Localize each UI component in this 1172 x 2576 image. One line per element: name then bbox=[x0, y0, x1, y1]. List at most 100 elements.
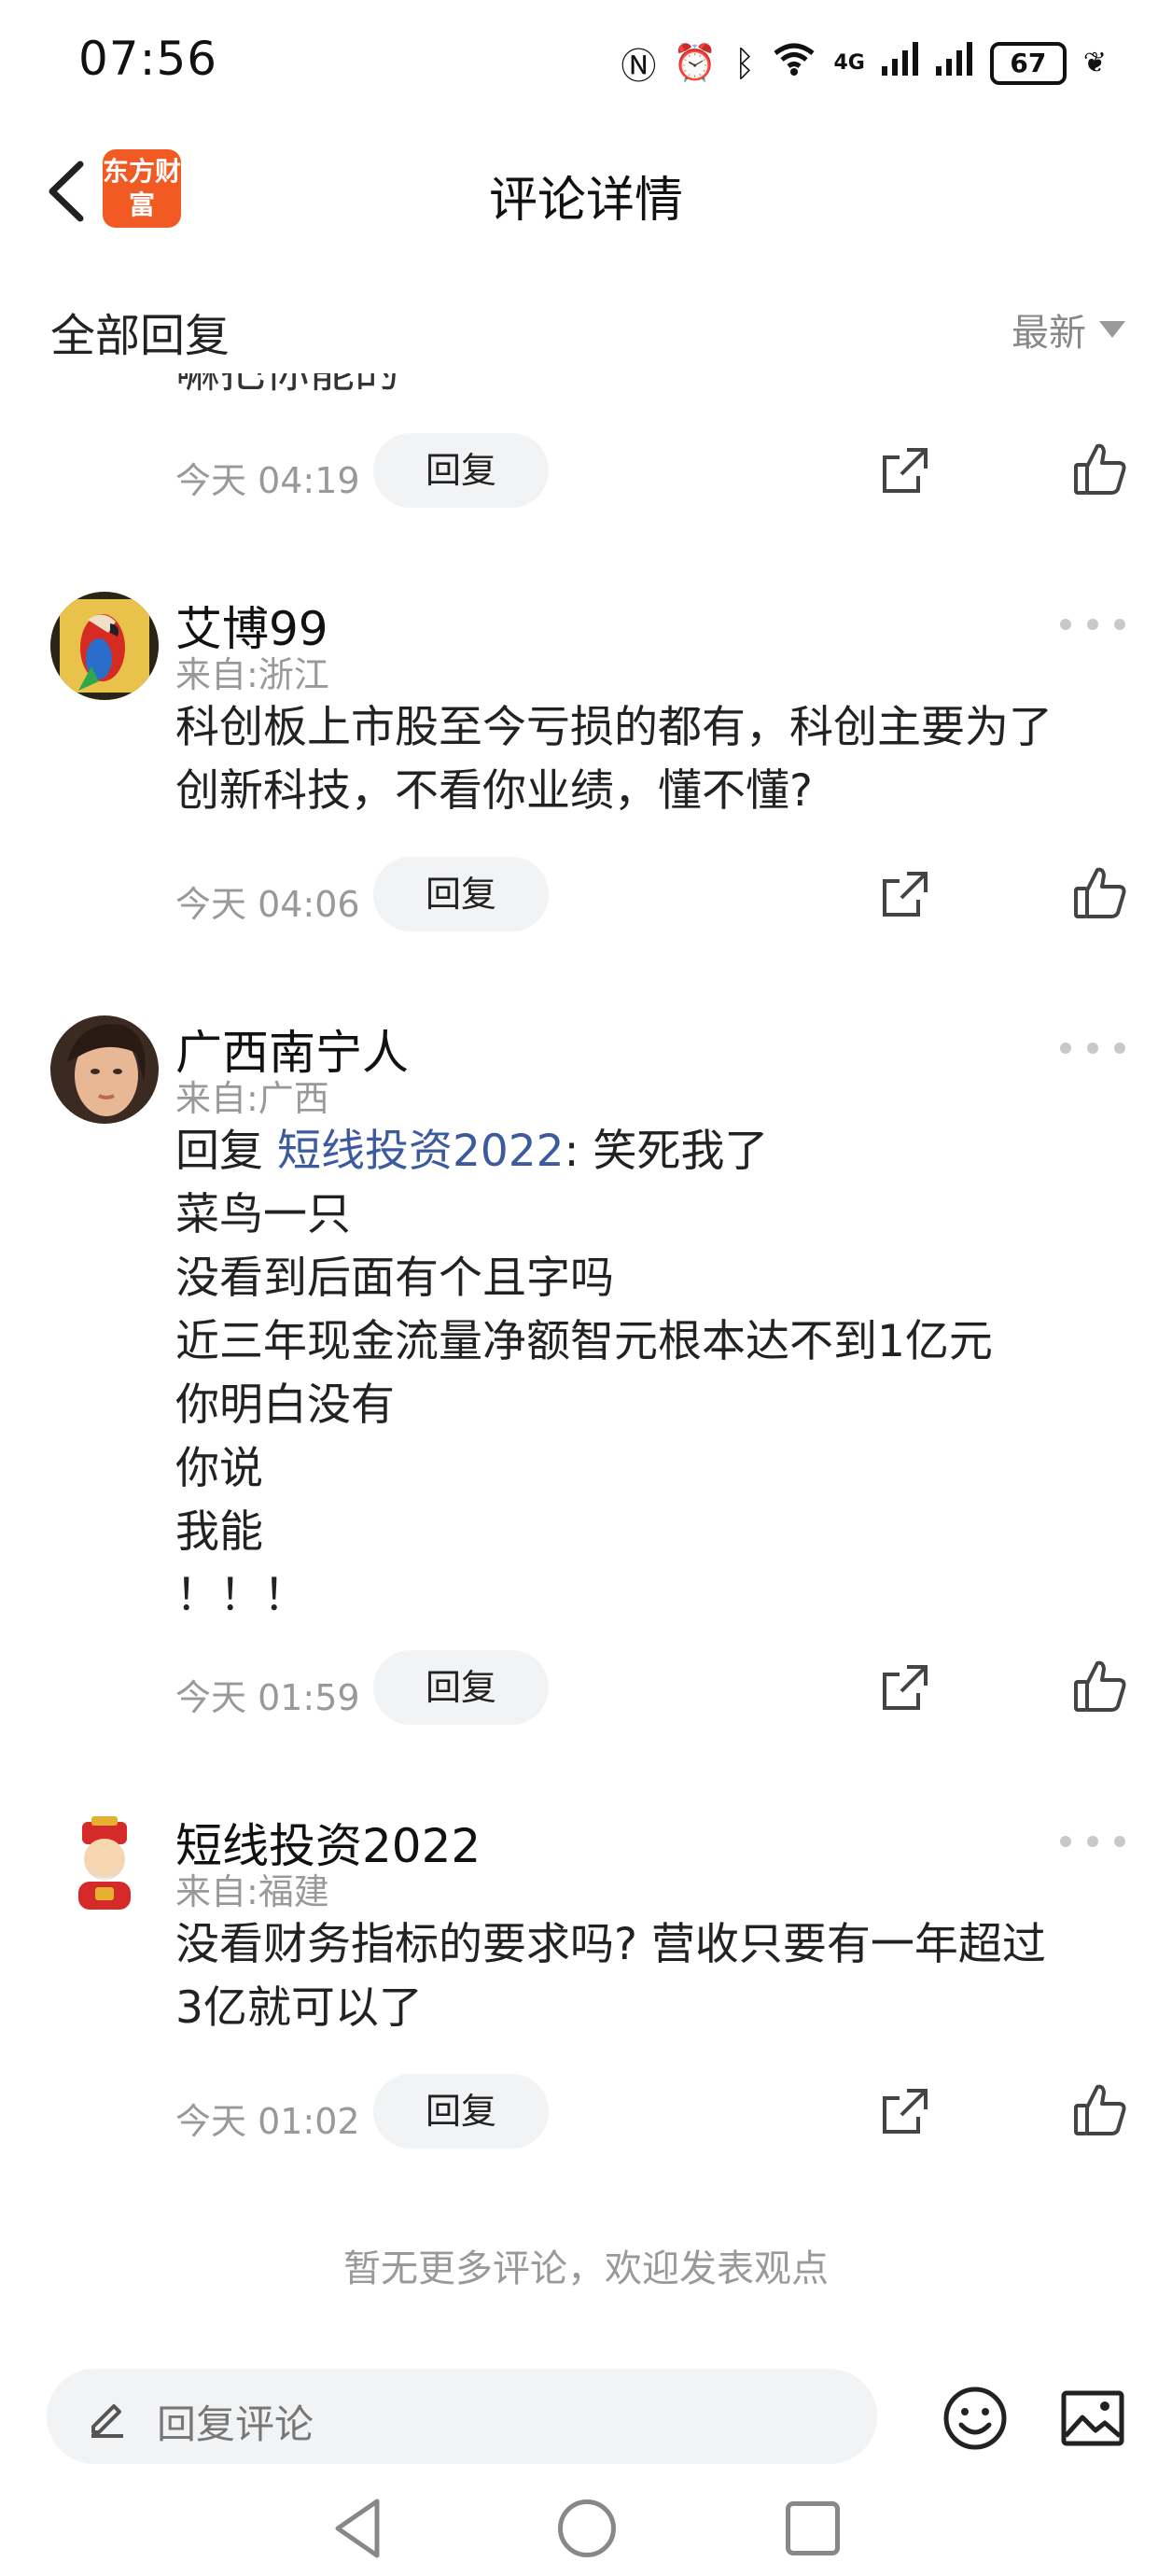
reply-line: 回复 短线投资2022: 笑死我了 bbox=[175, 1120, 1137, 1183]
network-type: 4G bbox=[833, 51, 865, 75]
reply-button[interactable]: 回复 bbox=[373, 433, 549, 508]
user-location: 来自:福建 bbox=[175, 1871, 329, 1912]
comment-line: 我能 bbox=[175, 1506, 263, 1558]
comment-time: 今天 04:19 bbox=[175, 460, 360, 501]
dot-icon bbox=[1114, 619, 1125, 630]
comment-line: 没看到后面有个且字吗 bbox=[175, 1253, 614, 1304]
no-more-comments-note: 暂无更多评论，欢迎发表观点 bbox=[343, 2247, 829, 2290]
user-location: 来自:浙江 bbox=[175, 654, 329, 695]
share-button[interactable] bbox=[877, 866, 933, 922]
comment-time: 今天 01:02 bbox=[175, 2101, 360, 2142]
comment-line: 近三年现金流量净额智元根本达不到1亿元 bbox=[175, 1316, 993, 1367]
nav-home-button[interactable] bbox=[558, 2499, 616, 2557]
comment-meta-row: 今天 01:59 回复 bbox=[175, 1650, 1137, 1729]
status-time: 07:56 bbox=[78, 32, 218, 86]
share-icon bbox=[883, 2089, 928, 2134]
dot-icon bbox=[1060, 1043, 1071, 1054]
section-title: 全部回复 bbox=[50, 310, 230, 362]
share-icon bbox=[883, 872, 928, 917]
image-icon bbox=[1061, 2390, 1124, 2446]
nav-back-button[interactable] bbox=[330, 2496, 386, 2561]
sort-dropdown[interactable]: 最新 bbox=[1012, 302, 1125, 357]
signal-icon bbox=[881, 42, 919, 84]
reply-text: : 笑死我了 bbox=[564, 1126, 769, 1177]
smiley-icon bbox=[943, 2387, 1007, 2450]
comment-line: ！！！ bbox=[175, 1570, 307, 1621]
comment-line: 没看财务指标的要求吗? 营收只要有一年超过 bbox=[175, 1919, 1046, 1970]
comment-line: 科创板上市股至今亏损的都有，科创主要为了 bbox=[175, 702, 1053, 753]
dot-icon bbox=[1087, 1043, 1098, 1054]
comment-time: 今天 04:06 bbox=[175, 884, 360, 925]
triangle-back-icon bbox=[335, 2499, 380, 2558]
bluetooth-icon: ᛒ bbox=[733, 42, 756, 84]
fortune-god-avatar-image bbox=[50, 1809, 159, 1917]
share-button[interactable] bbox=[877, 1659, 933, 1715]
more-options-button[interactable] bbox=[1060, 1034, 1125, 1062]
comment-line: 你说 bbox=[175, 1443, 263, 1494]
reply-target-link[interactable]: 短线投资2022 bbox=[277, 1126, 565, 1177]
comment-meta-row: 今天 04:19 回复 bbox=[175, 433, 1137, 511]
like-button[interactable] bbox=[1071, 441, 1129, 498]
nav-recents-button[interactable] bbox=[786, 2501, 840, 2555]
thumbs-up-icon bbox=[1074, 1660, 1126, 1712]
dot-icon bbox=[1087, 1836, 1098, 1847]
like-button[interactable] bbox=[1071, 2081, 1129, 2139]
share-button[interactable] bbox=[877, 442, 933, 498]
comment-item: 广西南宁人 来自:广西 回复 短线投资2022: 笑死我了 菜鸟一只 没看到后面… bbox=[0, 1015, 1172, 1669]
thumbs-up-icon bbox=[1074, 867, 1126, 918]
input-placeholder: 回复评论 bbox=[157, 2401, 314, 2447]
parrot-avatar-image bbox=[50, 592, 159, 700]
dot-icon bbox=[1087, 619, 1098, 630]
status-icons: Ⓝ ⏰ ᛒ 4G 67 ❦ bbox=[621, 37, 1107, 89]
dot-icon bbox=[1114, 1043, 1125, 1054]
alarm-icon: ⏰ bbox=[673, 42, 718, 83]
system-nav-bar bbox=[0, 2483, 1172, 2576]
page-title: 评论详情 bbox=[488, 173, 683, 229]
comment-body: 科创板上市股至今亏损的都有，科创主要为了 创新科技，不看你业绩，懂不懂? bbox=[175, 696, 1137, 823]
avatar[interactable] bbox=[50, 1809, 159, 1917]
share-icon bbox=[883, 448, 928, 493]
leaf-icon: ❦ bbox=[1082, 47, 1107, 79]
reply-button[interactable]: 回复 bbox=[373, 2074, 549, 2149]
thumbs-up-icon bbox=[1074, 443, 1126, 495]
wifi-icon bbox=[772, 42, 816, 84]
nfc-icon: Ⓝ bbox=[621, 46, 657, 87]
emoji-button[interactable] bbox=[942, 2386, 1008, 2451]
more-options-button[interactable] bbox=[1060, 1827, 1125, 1855]
user-location: 来自:广西 bbox=[175, 1078, 329, 1119]
share-icon bbox=[883, 1665, 928, 1710]
bottom-input-bar: 回复评论 bbox=[0, 2361, 1172, 2473]
share-button[interactable] bbox=[877, 2083, 933, 2139]
header: 东方财富 评论详情 bbox=[0, 131, 1172, 252]
comment-meta-row: 今天 01:02 回复 bbox=[175, 2074, 1137, 2152]
comment-line: 3亿就可以了 bbox=[175, 1982, 423, 2034]
comment-line: 你明白没有 bbox=[175, 1379, 395, 1431]
more-options-button[interactable] bbox=[1060, 610, 1125, 638]
comment-item: 短线投资2022 来自:福建 没看财务指标的要求吗? 营收只要有一年超过 3亿就… bbox=[0, 1809, 1172, 2107]
avatar[interactable] bbox=[50, 1015, 159, 1124]
comment-body: 没看财务指标的要求吗? 营收只要有一年超过 3亿就可以了 bbox=[175, 1913, 1137, 2040]
comment-meta-row: 今天 04:06 回复 bbox=[175, 857, 1137, 935]
signal-icon-2 bbox=[935, 42, 973, 84]
like-button[interactable] bbox=[1071, 864, 1129, 922]
image-button[interactable] bbox=[1060, 2389, 1125, 2447]
status-bar: 07:56 Ⓝ ⏰ ᛒ 4G 67 ❦ bbox=[0, 0, 1172, 131]
avatar[interactable] bbox=[50, 592, 159, 700]
sort-bar: 全部回复 最新 bbox=[0, 280, 1172, 373]
dot-icon bbox=[1114, 1836, 1125, 1847]
reply-prefix: 回复 bbox=[175, 1126, 277, 1177]
reply-button[interactable]: 回复 bbox=[373, 1650, 549, 1725]
dot-icon bbox=[1060, 619, 1071, 630]
caret-down-icon bbox=[1099, 321, 1125, 338]
reply-button[interactable]: 回复 bbox=[373, 857, 549, 931]
thumbs-up-icon bbox=[1074, 2084, 1126, 2135]
comment-line: 创新科技，不看你业绩，懂不懂? bbox=[175, 765, 813, 817]
comment-line: 菜鸟一只 bbox=[175, 1189, 351, 1240]
reply-comment-input[interactable]: 回复评论 bbox=[47, 2369, 877, 2464]
comment-body: 回复 短线投资2022: 笑死我了 菜鸟一只 没看到后面有个且字吗 近三年现金流… bbox=[175, 1120, 1137, 1628]
dot-icon bbox=[1060, 1836, 1071, 1847]
like-button[interactable] bbox=[1071, 1658, 1129, 1715]
sort-label: 最新 bbox=[1012, 312, 1086, 355]
pencil-icon bbox=[91, 2404, 123, 2438]
portrait-avatar-image bbox=[50, 1015, 159, 1124]
